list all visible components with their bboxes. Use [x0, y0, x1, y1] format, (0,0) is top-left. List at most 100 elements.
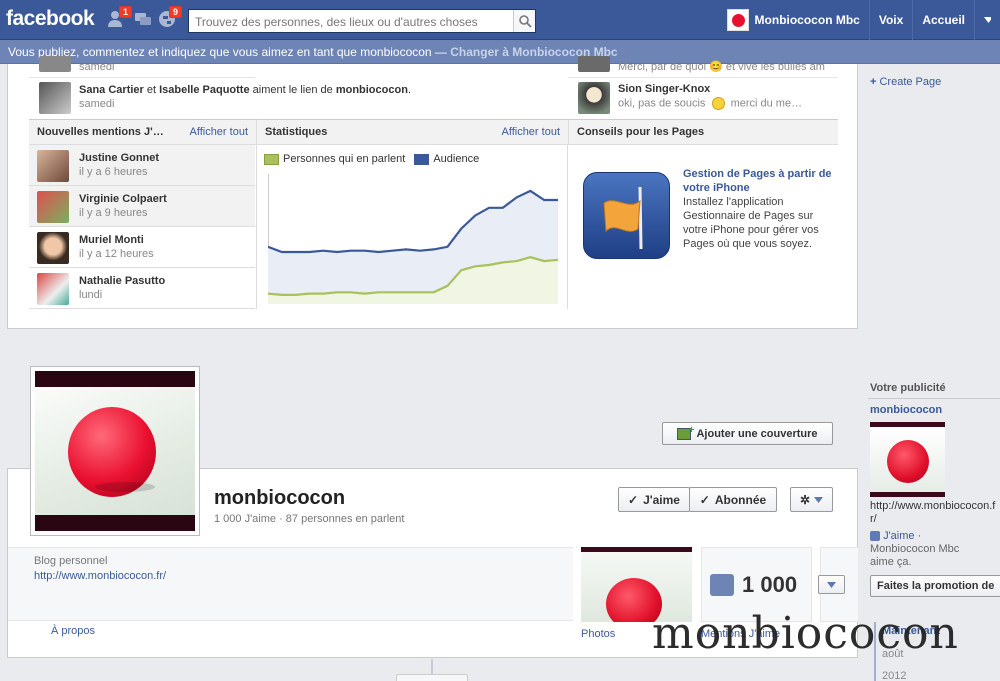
activity-text: . [407, 84, 411, 96]
mentions-see-all[interactable]: Afficher tout [190, 126, 249, 138]
stats-title: Statistiques [265, 126, 328, 138]
profile-picture[interactable] [30, 366, 200, 536]
chart-legend: Personnes qui en parlent Audience [264, 153, 479, 165]
check-icon: ✓ [699, 492, 710, 507]
search-icon [519, 15, 532, 28]
add-cover-label: Ajouter une couverture [696, 427, 818, 440]
promote-button[interactable]: Faites la promotion de [870, 575, 1000, 597]
smiley-icon [711, 97, 725, 110]
mention-item[interactable]: Muriel Monti il y a 12 heures [29, 227, 255, 268]
activity-time: samedi [79, 98, 115, 110]
user-avatar [37, 150, 69, 182]
create-page-link[interactable]: + Create Page [870, 76, 941, 88]
legend-label: Personnes qui en parlent [283, 153, 406, 165]
search-input[interactable]: Trouvez des personnes, des lieux ou d'au… [188, 9, 536, 33]
ad-image[interactable] [870, 422, 945, 497]
page-stats: 1 000 J'aime · 87 personnes en parlent [214, 513, 405, 525]
follow-label: Abonnée [714, 492, 767, 507]
voice-bar: Vous publiez, commentez et indiquez que … [0, 40, 1000, 64]
activity-item: Sana Cartier et Isabelle Paquotte aiment… [79, 84, 479, 96]
activity-avatar [39, 56, 71, 72]
top-bar: facebook 1 9 Trouvez des personnes, des … [0, 0, 1000, 40]
activity-avatar [578, 82, 610, 114]
watermark-text: monbiococon [652, 608, 959, 659]
website-link[interactable]: http://www.monbiococon.fr/ [34, 570, 166, 582]
profile-avatar [726, 9, 749, 31]
settings-button[interactable]: ✲ [790, 487, 833, 512]
thumbs-up-icon [870, 531, 880, 542]
mention-name[interactable]: Nathalie Pasutto [79, 275, 165, 287]
nav-voice[interactable]: Voix [868, 0, 912, 40]
legend-swatch [414, 153, 430, 165]
ad-like-label: J'aime [883, 530, 915, 542]
chevron-down-icon [827, 581, 836, 588]
legend-label: Audience [433, 153, 480, 165]
activity-text: aiment le lien de [249, 84, 336, 96]
check-icon: ✓ [628, 492, 639, 507]
comment-text: merci du me… [730, 97, 803, 110]
like-label: J'aime [643, 492, 680, 507]
user-link[interactable]: Isabelle Paquotte [159, 84, 249, 96]
page-title: monbiococon [214, 487, 346, 509]
user-link[interactable]: Sion Singer-Knox [618, 83, 710, 95]
nav-home[interactable]: Accueil [912, 0, 974, 40]
activity-avatar [578, 56, 610, 72]
mentions-header: Nouvelles mentions J'… Afficher tout [29, 119, 256, 145]
profile-link[interactable]: Monbiococon Mbc [718, 0, 869, 40]
profile-name: Monbiococon Mbc [754, 13, 860, 27]
mention-time: lundi [79, 289, 103, 301]
ad-like-button[interactable]: J'aime · [870, 530, 921, 542]
friend-requests-icon[interactable]: 1 [108, 6, 132, 28]
info-box: Blog personnel http://www.monbiococon.fr… [8, 547, 573, 621]
mention-name[interactable]: Muriel Monti [79, 234, 144, 246]
admin-panel: samedi Sana Cartier et Isabelle Paquotte… [7, 56, 858, 329]
page-link[interactable]: monbiococon [336, 84, 408, 96]
mention-item[interactable]: Nathalie Pasutto lundi [29, 268, 255, 309]
stats-header: Statistiques Afficher tout [256, 119, 568, 145]
timeline-year[interactable]: 2012 [882, 670, 906, 681]
mentions-title: Nouvelles mentions J'… [37, 126, 164, 138]
account-menu-button[interactable] [974, 0, 1000, 40]
about-link[interactable]: À propos [51, 625, 95, 637]
add-cover-button[interactable]: + Ajouter une couverture [662, 422, 833, 445]
more-apps-button[interactable] [818, 575, 845, 594]
chevron-down-icon [984, 17, 991, 23]
ad-title[interactable]: monbiococon [870, 404, 942, 416]
activity-avatar [39, 82, 71, 114]
page-manager-app-icon[interactable] [583, 172, 670, 259]
like-button[interactable]: ✓ J'aime [618, 487, 690, 512]
activity-text: et [143, 84, 160, 96]
messages-icon[interactable] [134, 10, 152, 28]
user-avatar [37, 273, 69, 305]
mention-time: il y a 12 heures [79, 248, 154, 260]
mention-name[interactable]: Virginie Colpaert [79, 193, 167, 205]
facebook-logo[interactable]: facebook [6, 7, 95, 31]
ad-header: Votre publicité [870, 382, 946, 394]
user-avatar [37, 232, 69, 264]
voice-text: Vous publiez, commentez et indiquez que … [8, 45, 451, 59]
legend-swatch [264, 153, 279, 165]
chevron-down-icon [814, 496, 824, 503]
ad-liker: Monbiococon Mbc aime ça. [870, 543, 960, 568]
tips-body: Installez l'application Gestionnaire de … [683, 196, 819, 250]
mention-item[interactable]: Justine Gonnet il y a 6 heures [29, 145, 255, 186]
notifications-icon[interactable]: 9 [158, 6, 182, 28]
search-button[interactable] [513, 10, 535, 32]
comment-text: oki, pas de soucis [618, 97, 706, 110]
user-link[interactable]: Sana Cartier [79, 84, 144, 96]
mention-time: il y a 6 heures [79, 166, 148, 178]
thumbs-up-icon [710, 574, 734, 596]
line-chart [268, 174, 558, 304]
activity-text: oki, pas de soucis merci du me… [618, 97, 802, 110]
mention-time: il y a 9 heures [79, 207, 148, 219]
user-avatar [37, 191, 69, 223]
stats-see-all[interactable]: Afficher tout [502, 126, 561, 138]
follow-button[interactable]: ✓ Abonnée [689, 487, 777, 512]
tips-link[interactable]: Gestion de Pages à partir de votre iPhon… [683, 167, 838, 195]
top-nav: Monbiococon Mbc Voix Accueil [718, 0, 1000, 40]
friend-requests-badge: 1 [118, 6, 132, 18]
mention-name[interactable]: Justine Gonnet [79, 152, 159, 164]
mention-item[interactable]: Virginie Colpaert il y a 9 heures [29, 186, 255, 227]
gear-icon: ✲ [799, 492, 811, 507]
photos-label[interactable]: Photos [581, 628, 615, 640]
